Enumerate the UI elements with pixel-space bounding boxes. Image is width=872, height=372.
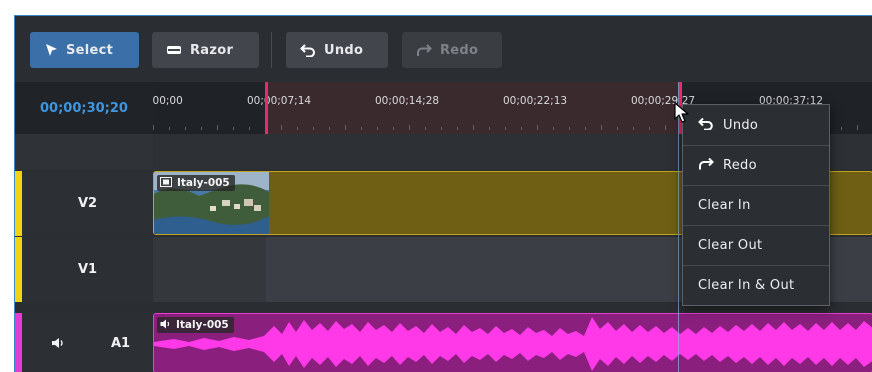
video-editor-window: Select Razor Undo Redo 00;00;30;20 :00;0… xyxy=(14,15,872,372)
clip-name: Italy-005 xyxy=(177,177,230,189)
ruler-label: :00;00 xyxy=(153,95,183,107)
track-header-v2[interactable]: V2 xyxy=(15,171,153,236)
razor-tool-label: Razor xyxy=(190,42,234,58)
track-label: A1 xyxy=(111,335,131,351)
menu-item-redo[interactable]: Redo xyxy=(683,145,829,185)
track-label: V2 xyxy=(78,196,98,211)
menu-item-clear-in[interactable]: Clear In xyxy=(683,185,829,225)
undo-button[interactable]: Undo xyxy=(286,32,388,68)
toolbar-divider xyxy=(271,32,272,68)
lane-shade xyxy=(153,237,266,302)
clip-name-tag: Italy-005 xyxy=(157,317,234,333)
select-tool-label: Select xyxy=(66,42,114,58)
in-point-marker[interactable] xyxy=(265,82,268,134)
redo-label: Redo xyxy=(440,42,479,58)
pointer-icon xyxy=(44,43,58,57)
menu-item-label: Clear In xyxy=(698,198,751,213)
ruler-label: 00;00;22;13 xyxy=(503,95,568,107)
razor-tool-button[interactable]: Razor xyxy=(152,32,259,68)
clip-name-tag: Italy-005 xyxy=(157,175,235,191)
clip-name: Italy-005 xyxy=(176,319,229,331)
undo-icon xyxy=(300,43,316,57)
ruler-label: 00;00;14;28 xyxy=(375,95,440,107)
speaker-icon[interactable] xyxy=(51,313,65,372)
select-tool-button[interactable]: Select xyxy=(30,32,139,68)
film-icon xyxy=(160,176,172,190)
track-color-bar xyxy=(15,171,22,236)
track-header-spacer xyxy=(15,134,153,170)
ruler-label: 00;00;07;14 xyxy=(247,95,312,107)
redo-icon xyxy=(416,43,432,57)
menu-item-label: Clear Out xyxy=(698,238,763,253)
track-color-bar xyxy=(15,237,22,302)
track-header-v1[interactable]: V1 xyxy=(15,237,153,302)
track-label: V1 xyxy=(78,262,98,277)
audio-waveform xyxy=(154,317,872,371)
undo-label: Undo xyxy=(324,42,364,58)
menu-item-label: Clear In & Out xyxy=(698,278,795,293)
track-header-a1[interactable]: A1 xyxy=(15,313,153,372)
redo-icon xyxy=(698,157,714,174)
current-timecode[interactable]: 00;00;30;20 xyxy=(15,82,153,134)
toolbar: Select Razor Undo Redo xyxy=(15,16,872,82)
track-color-bar xyxy=(15,313,22,372)
menu-item-clear-in-out[interactable]: Clear In & Out xyxy=(683,265,829,305)
menu-item-label: Redo xyxy=(723,158,757,173)
menu-item-clear-out[interactable]: Clear Out xyxy=(683,225,829,265)
razor-icon xyxy=(166,44,182,56)
mouse-cursor-icon xyxy=(674,102,690,128)
redo-button[interactable]: Redo xyxy=(402,32,502,68)
menu-item-undo[interactable]: Undo xyxy=(683,105,829,145)
audio-clip[interactable]: Italy-005 xyxy=(153,313,872,372)
menu-item-label: Undo xyxy=(723,117,759,133)
speaker-icon xyxy=(160,319,171,332)
context-menu: Undo Redo Clear In Clear Out Clear In & … xyxy=(682,104,830,306)
undo-icon xyxy=(698,117,714,134)
